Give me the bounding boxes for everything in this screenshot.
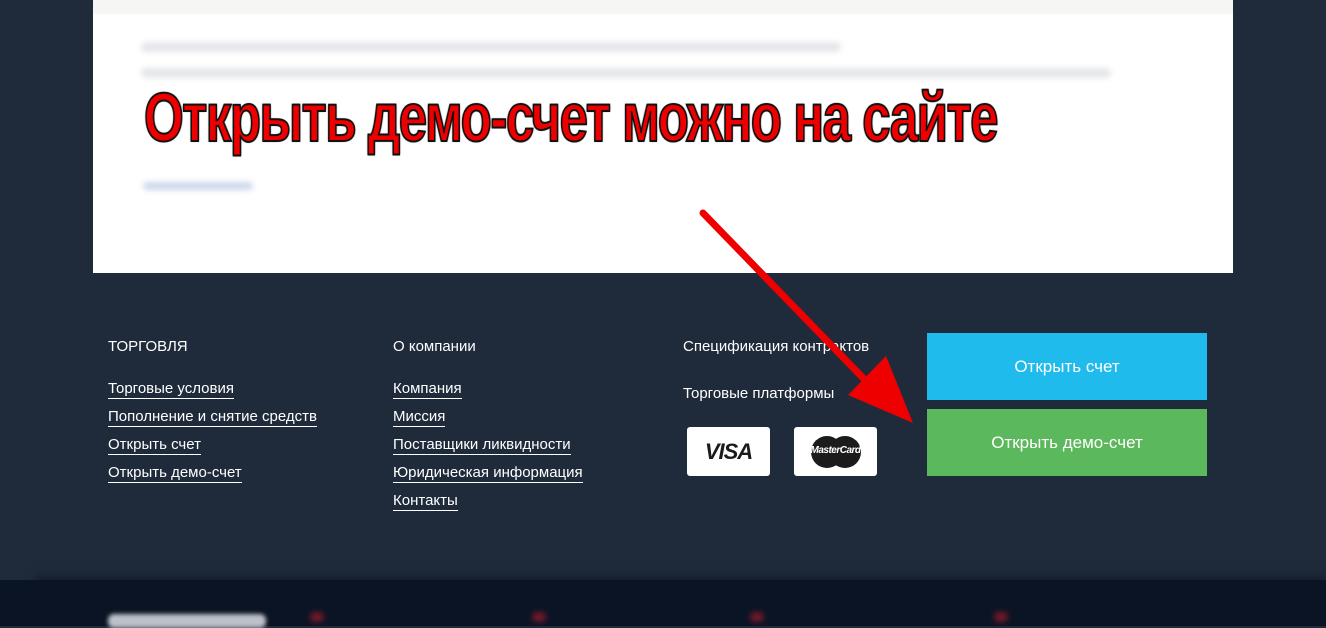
list-item: Пополнение и снятие средств [108,408,317,436]
footer-link-deposit-withdraw[interactable]: Пополнение и снятие средств [108,408,317,427]
mastercard-logo-text: MasterCard [810,444,861,456]
list-item: Открыть счет [108,436,317,464]
footer-link-contract-specs[interactable]: Спецификация контрактов [683,338,869,356]
blurred-bottom-item [532,612,546,622]
list-item: Миссия [393,408,583,436]
blurred-text-line [141,42,841,52]
blurred-bottom-item [310,612,324,622]
visa-logo-icon: VISA [687,427,770,476]
footer-list-company: Компания Миссия Поставщики ликвидности Ю… [393,380,583,520]
footer-link-open-demo[interactable]: Открыть демо-счет [108,464,242,483]
footer-link-trading-platforms[interactable]: Торговые платформы [683,385,834,403]
mastercard-circles: MasterCard [810,435,861,468]
list-item: Торговые условия [108,380,317,408]
card-top-strip [93,0,1233,14]
open-demo-account-button[interactable]: Открыть демо-счет [927,409,1207,476]
open-account-button[interactable]: Открыть счет [927,333,1207,400]
list-item: Открыть демо-счет [108,464,317,492]
footer-link-open-account[interactable]: Открыть счет [108,436,201,455]
footer-link-mission[interactable]: Миссия [393,408,446,427]
footer-link-liquidity-providers[interactable]: Поставщики ликвидности [393,436,571,455]
blurred-bottom-item [994,612,1008,622]
blurred-link [143,182,253,190]
blurred-text-line [141,68,1111,78]
list-item: Компания [393,380,583,408]
footer-list-trading: Торговые условия Пополнение и снятие сре… [108,380,317,492]
blurred-bottom-item [750,612,764,622]
footer-link-legal-info[interactable]: Юридическая информация [393,464,583,483]
footer-heading-company: О компании [393,338,476,355]
list-item: Юридическая информация [393,464,583,492]
list-item: Контакты [393,492,583,520]
annotation-caption: Открыть демо-счет можно на сайте [143,78,999,157]
footer-link-company[interactable]: Компания [393,380,462,399]
mastercard-logo-icon: MasterCard [794,427,877,476]
visa-logo-text: VISA [704,438,753,464]
footer-heading-trading: ТОРГОВЛЯ [108,338,188,355]
footer-link-trading-conditions[interactable]: Торговые условия [108,380,234,399]
footer-column-trading: ТОРГОВЛЯ Торговые условия Пополнение и с… [108,338,317,492]
footer-column-company: О компании Компания Миссия Поставщики ли… [393,338,583,520]
footer-link-contacts[interactable]: Контакты [393,492,458,511]
list-item: Поставщики ликвидности [393,436,583,464]
